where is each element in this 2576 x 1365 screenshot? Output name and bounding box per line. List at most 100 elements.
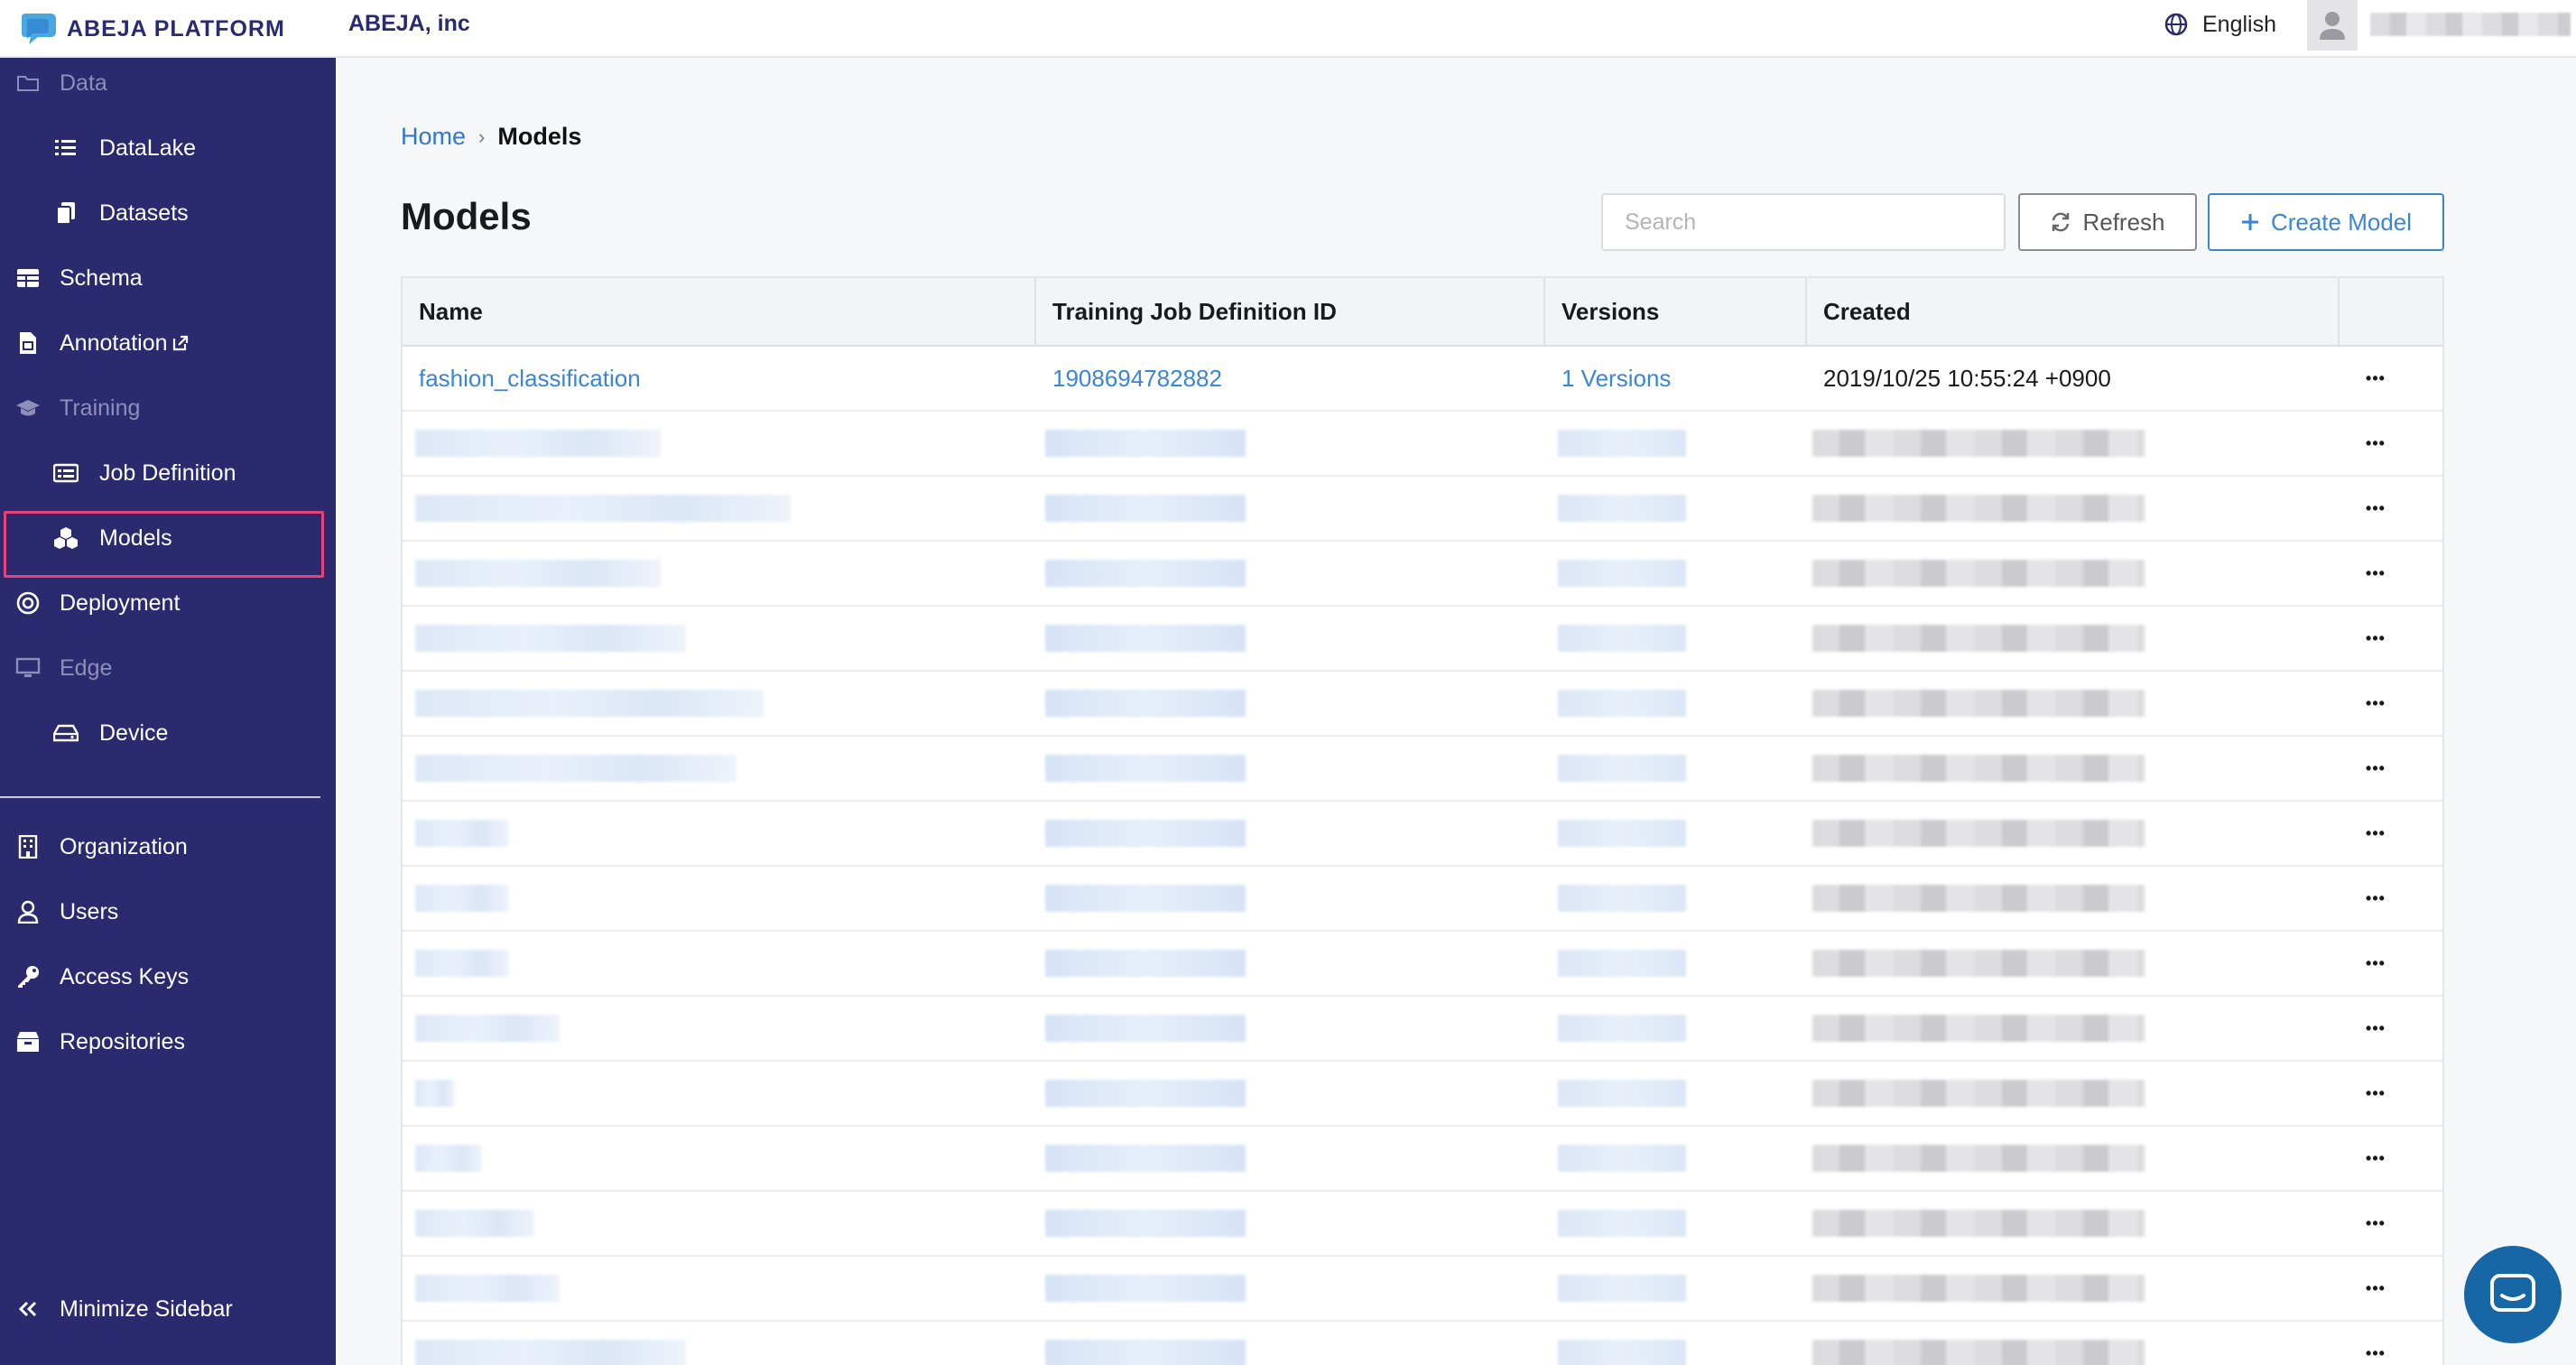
redacted-versions[interactable] (1558, 1080, 1686, 1107)
redacted-versions[interactable] (1558, 1210, 1686, 1237)
redacted-job-definition-id[interactable] (1045, 950, 1246, 977)
redacted-model-name[interactable] (415, 625, 686, 652)
redacted-model-name[interactable] (415, 495, 791, 522)
minimize-sidebar-button[interactable]: Minimize Sidebar (0, 1284, 336, 1334)
redacted-job-definition-id[interactable] (1045, 495, 1246, 522)
redacted-job-definition-id[interactable] (1045, 1145, 1246, 1172)
table-row[interactable]: ••• (403, 1257, 2442, 1322)
sidebar-item-device[interactable]: Device (0, 708, 336, 758)
sidebar-item-organization[interactable]: Organization (0, 822, 336, 872)
table-row[interactable]: ••• (403, 1062, 2442, 1127)
more-actions-button[interactable]: ••• (2354, 607, 2397, 670)
redacted-model-name[interactable] (415, 755, 737, 782)
create-model-button[interactable]: Create Model (2208, 193, 2444, 251)
redacted-versions[interactable] (1558, 885, 1686, 912)
column-header-versions[interactable]: Versions (1545, 278, 1807, 345)
redacted-job-definition-id[interactable] (1045, 1275, 1246, 1302)
versions-link[interactable]: 1 Versions (1561, 347, 1671, 410)
more-actions-button[interactable]: ••• (2354, 802, 2397, 865)
sidebar-item-job-definition[interactable]: Job Definition (0, 448, 336, 498)
avatar[interactable] (2307, 0, 2358, 51)
redacted-versions[interactable] (1558, 1275, 1686, 1302)
table-row[interactable]: ••• (403, 672, 2442, 737)
column-header-job-definition-id[interactable]: Training Job Definition ID (1036, 278, 1545, 345)
table-row[interactable]: ••• (403, 997, 2442, 1062)
sidebar-item-datasets[interactable]: Datasets (0, 188, 336, 238)
column-header-created[interactable]: Created (1807, 278, 2340, 345)
table-row[interactable]: ••• (403, 802, 2442, 867)
redacted-versions[interactable] (1558, 1340, 1686, 1365)
redacted-model-name[interactable] (415, 1080, 455, 1107)
sidebar-item-annotation[interactable]: Annotation (0, 318, 336, 368)
column-header-name[interactable]: Name (403, 278, 1036, 345)
redacted-job-definition-id[interactable] (1045, 1080, 1246, 1107)
more-actions-button[interactable]: ••• (2354, 1192, 2397, 1255)
language-selector[interactable]: English (2164, 9, 2276, 40)
redacted-model-name[interactable] (415, 1145, 482, 1172)
more-actions-button[interactable]: ••• (2354, 932, 2397, 995)
redacted-versions[interactable] (1558, 690, 1686, 717)
more-actions-button[interactable]: ••• (2354, 1062, 2397, 1125)
table-row[interactable]: ••• (403, 867, 2442, 932)
redacted-model-name[interactable] (415, 1210, 534, 1237)
sidebar-item-access-keys[interactable]: Access Keys (0, 952, 336, 1002)
job-definition-id-link[interactable]: 1908694782882 (1052, 347, 1222, 410)
brand[interactable]: ABEJA PLATFORM (18, 9, 285, 49)
table-row[interactable]: ••• (403, 542, 2442, 607)
refresh-button[interactable]: Refresh (2018, 193, 2197, 251)
table-row[interactable]: ••• (403, 607, 2442, 672)
more-actions-button[interactable]: ••• (2354, 867, 2397, 930)
redacted-job-definition-id[interactable] (1045, 1210, 1246, 1237)
breadcrumb-home-link[interactable]: Home (401, 123, 466, 151)
redacted-model-name[interactable] (415, 1275, 560, 1302)
redacted-model-name[interactable] (415, 885, 509, 912)
redacted-job-definition-id[interactable] (1045, 885, 1246, 912)
redacted-model-name[interactable] (415, 560, 661, 587)
redacted-job-definition-id[interactable] (1045, 1340, 1246, 1365)
redacted-job-definition-id[interactable] (1045, 560, 1246, 587)
redacted-versions[interactable] (1558, 755, 1686, 782)
redacted-model-name[interactable] (415, 1015, 560, 1042)
table-row[interactable]: ••• (403, 737, 2442, 802)
chat-launcher-button[interactable] (2464, 1246, 2562, 1343)
redacted-versions[interactable] (1558, 820, 1686, 847)
redacted-model-name[interactable] (415, 430, 661, 457)
redacted-job-definition-id[interactable] (1045, 1015, 1246, 1042)
search-input[interactable] (1601, 193, 2006, 251)
more-actions-button[interactable]: ••• (2354, 477, 2397, 540)
sidebar-item-datalake[interactable]: DataLake (0, 123, 336, 173)
organization-name[interactable]: ABEJA, inc (348, 11, 470, 37)
redacted-job-definition-id[interactable] (1045, 430, 1246, 457)
table-row[interactable]: ••• (403, 412, 2442, 477)
sidebar-item-deployment[interactable]: Deployment (0, 578, 336, 628)
sidebar-item-users[interactable]: Users (0, 887, 336, 937)
redacted-model-name[interactable] (415, 690, 764, 717)
more-actions-button[interactable]: ••• (2354, 997, 2397, 1060)
redacted-model-name[interactable] (415, 950, 509, 977)
redacted-versions[interactable] (1558, 430, 1686, 457)
redacted-model-name[interactable] (415, 1340, 686, 1365)
redacted-versions[interactable] (1558, 1015, 1686, 1042)
more-actions-button[interactable]: ••• (2354, 672, 2397, 735)
more-actions-button[interactable]: ••• (2354, 412, 2397, 475)
sidebar-item-repositories[interactable]: Repositories (0, 1017, 336, 1067)
redacted-job-definition-id[interactable] (1045, 690, 1246, 717)
redacted-job-definition-id[interactable] (1045, 820, 1246, 847)
model-name-link[interactable]: fashion_classification (419, 347, 641, 410)
redacted-versions[interactable] (1558, 625, 1686, 652)
user-name-redacted[interactable] (2370, 13, 2571, 36)
redacted-job-definition-id[interactable] (1045, 625, 1246, 652)
more-actions-button[interactable]: ••• (2354, 347, 2397, 410)
more-actions-button[interactable]: ••• (2354, 542, 2397, 605)
table-row[interactable]: ••• (403, 1127, 2442, 1192)
redacted-versions[interactable] (1558, 1145, 1686, 1172)
more-actions-button[interactable]: ••• (2354, 1127, 2397, 1190)
more-actions-button[interactable]: ••• (2354, 1257, 2397, 1320)
more-actions-button[interactable]: ••• (2354, 737, 2397, 800)
table-row[interactable]: ••• (403, 1322, 2442, 1365)
redacted-job-definition-id[interactable] (1045, 755, 1246, 782)
more-actions-button[interactable]: ••• (2354, 1322, 2397, 1365)
redacted-model-name[interactable] (415, 820, 509, 847)
redacted-versions[interactable] (1558, 560, 1686, 587)
redacted-versions[interactable] (1558, 950, 1686, 977)
